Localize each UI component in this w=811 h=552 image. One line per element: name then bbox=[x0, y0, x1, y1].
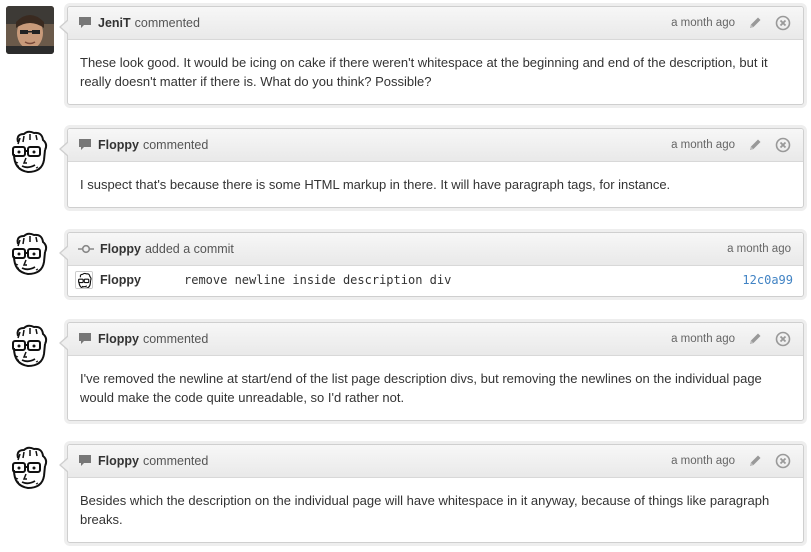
pencil-icon[interactable] bbox=[747, 15, 763, 31]
comment-timestamp[interactable]: a month ago bbox=[671, 139, 735, 151]
commit-message[interactable]: remove newline inside description div bbox=[184, 273, 451, 287]
commit-event-action: added a commit bbox=[144, 242, 234, 256]
comment-action: commented bbox=[142, 332, 209, 346]
avatar-floppy[interactable] bbox=[6, 322, 54, 370]
comment-author[interactable]: JeniT bbox=[98, 16, 131, 30]
pencil-icon[interactable] bbox=[747, 331, 763, 347]
comment-timestamp[interactable]: a month ago bbox=[671, 455, 735, 467]
comment-body: Besides which the description on the ind… bbox=[80, 493, 770, 527]
avatar-floppy[interactable] bbox=[6, 444, 54, 492]
comment-box: Floppy commented a month ago I've remove… bbox=[59, 322, 804, 421]
comment-timestamp[interactable]: a month ago bbox=[671, 333, 735, 345]
commit-header: Floppy added a commit a month ago bbox=[68, 233, 803, 266]
comment-box: JeniT commented a month ago These look g… bbox=[59, 6, 804, 105]
comment-author[interactable]: Floppy bbox=[98, 454, 139, 468]
comment-author[interactable]: Floppy bbox=[98, 138, 139, 152]
comment-body: I suspect that's because there is some H… bbox=[80, 177, 671, 192]
commit-box: Floppy added a commit a month ago Floppy… bbox=[59, 232, 804, 297]
comment-header: Floppy commented a month ago bbox=[68, 323, 803, 356]
comment-body: I've removed the newline at start/end of… bbox=[80, 371, 762, 405]
comment-header: Floppy commented a month ago bbox=[68, 129, 803, 162]
speech-bubble-icon bbox=[79, 17, 91, 28]
comment-action: commented bbox=[142, 138, 209, 152]
avatar-jenit[interactable] bbox=[6, 6, 54, 54]
commit-timestamp[interactable]: a month ago bbox=[727, 243, 791, 255]
close-circle-icon[interactable] bbox=[775, 331, 791, 347]
comment-box: Floppy commented a month ago Besides whi… bbox=[59, 444, 804, 543]
commit-sha-link[interactable]: 12c0a99 bbox=[742, 273, 793, 287]
close-circle-icon[interactable] bbox=[775, 137, 791, 153]
comment-header: JeniT commented a month ago bbox=[68, 7, 803, 40]
commit-row: Floppy remove newline inside description… bbox=[68, 266, 803, 294]
commit-event-author[interactable]: Floppy bbox=[100, 242, 141, 256]
speech-bubble-icon bbox=[79, 333, 91, 344]
close-circle-icon[interactable] bbox=[775, 453, 791, 469]
commit-author[interactable]: Floppy bbox=[100, 273, 184, 287]
speech-bubble-icon bbox=[79, 455, 91, 466]
comment-action: commented bbox=[134, 16, 200, 30]
comment-box: Floppy commented a month ago I suspect t… bbox=[59, 128, 804, 208]
comment-body: These look good. It would be icing on ca… bbox=[80, 55, 768, 89]
comment-action: commented bbox=[142, 454, 209, 468]
commit-author-avatar[interactable] bbox=[75, 271, 93, 289]
comment-author[interactable]: Floppy bbox=[98, 332, 139, 346]
comment-timestamp[interactable]: a month ago bbox=[671, 17, 735, 29]
pencil-icon[interactable] bbox=[747, 453, 763, 469]
comment-header: Floppy commented a month ago bbox=[68, 445, 803, 478]
speech-bubble-icon bbox=[79, 139, 91, 150]
close-circle-icon[interactable] bbox=[775, 15, 791, 31]
git-commit-icon bbox=[78, 244, 94, 254]
pencil-icon[interactable] bbox=[747, 137, 763, 153]
avatar-floppy[interactable] bbox=[6, 230, 54, 278]
avatar-floppy[interactable] bbox=[6, 128, 54, 176]
